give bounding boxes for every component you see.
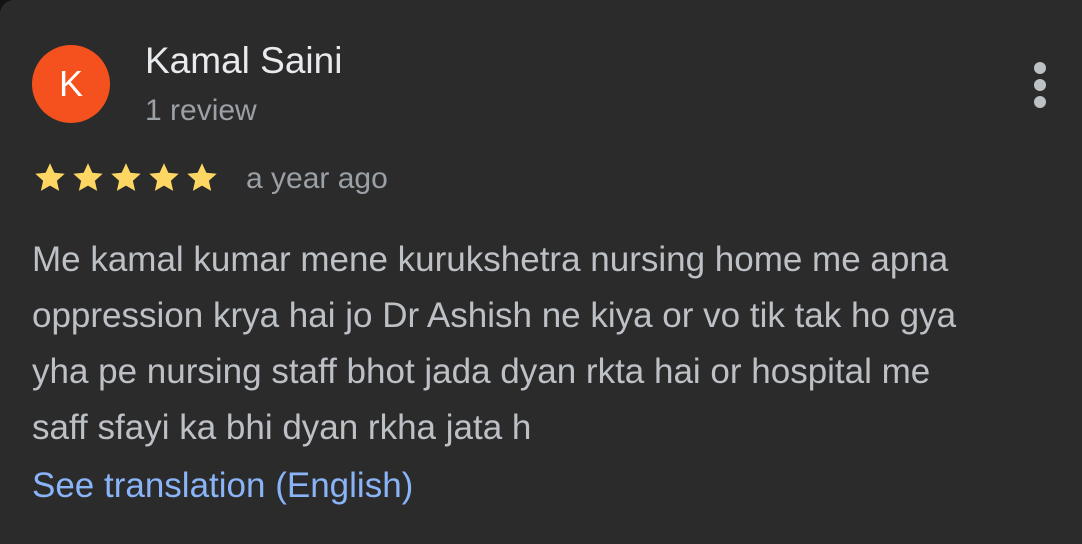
avatar[interactable]: K [32,45,110,123]
star-icon [187,163,217,191]
review-time: a year ago [246,162,388,195]
star-rating [32,160,220,200]
star-icon [35,163,65,191]
review-text-line: oppression krya hai jo Dr Ashish ne kiya… [32,296,957,335]
review-text-line: Me kamal kumar mene kurukshetra nursing … [32,240,949,279]
review-card: K Kamal Saini 1 review a year ago Me kam… [0,0,1082,544]
star-icon [73,163,103,191]
review-text: Me kamal kumar mene kurukshetra nursing … [32,232,1072,456]
more-vert-icon [1034,62,1046,74]
review-text-line: saff sfayi ka bhi dyan rkha jata h [32,408,532,447]
see-translation-link[interactable]: See translation (English) [32,458,413,514]
star-icon [111,163,141,191]
star-icon [149,163,179,191]
reviewer-name[interactable]: Kamal Saini [145,40,342,82]
more-options-button[interactable] [1020,58,1060,112]
review-text-line: yha pe nursing staff bhot jada dyan rkta… [32,352,931,391]
review-count[interactable]: 1 review [145,94,257,128]
